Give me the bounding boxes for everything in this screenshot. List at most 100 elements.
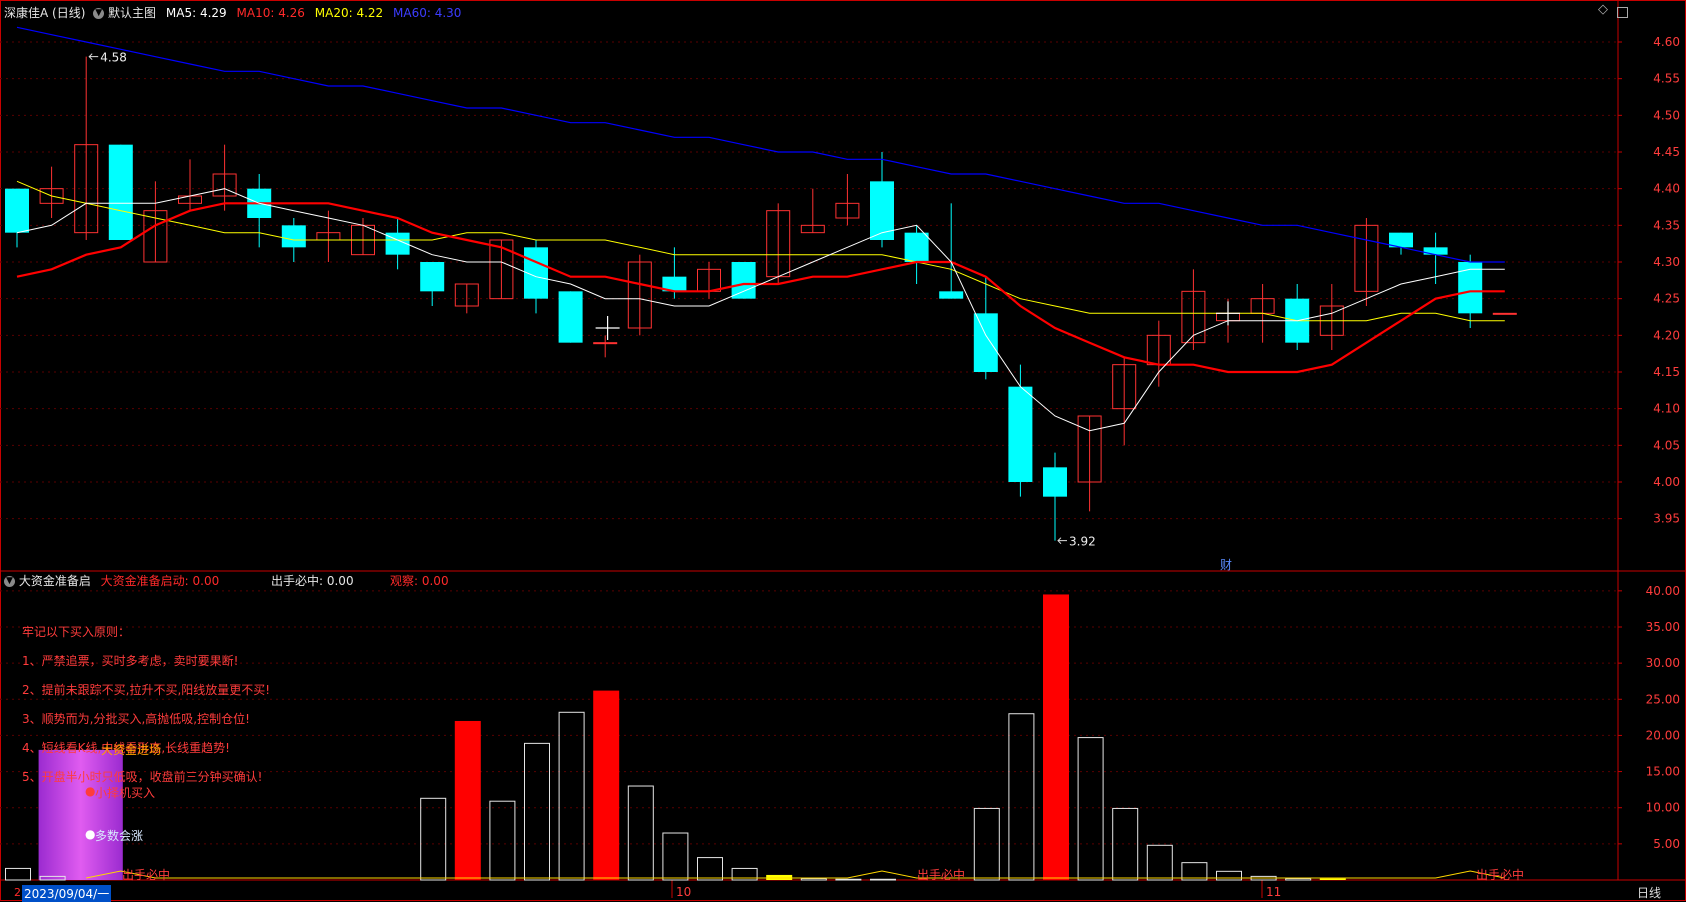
- volume-bar: [1216, 870, 1242, 881]
- volume-bar: [1008, 713, 1035, 881]
- candle-body-down: [420, 262, 445, 292]
- volume-bar: [1077, 737, 1104, 881]
- left-marker: 2: [14, 886, 21, 899]
- volume-bar: [1285, 878, 1312, 881]
- price-tick-label: 4.20: [1653, 328, 1680, 342]
- price-tick-label: 4.35: [1653, 218, 1680, 232]
- price-tick-label: 4.60: [1653, 35, 1680, 49]
- ma60-label: MA60:: [393, 6, 431, 20]
- volume-bar: [5, 867, 31, 881]
- volume-bar: [870, 878, 896, 881]
- candle-body-down: [904, 232, 929, 262]
- value-tick-label: 40.00: [1646, 584, 1680, 598]
- chevron-down-icon[interactable]: ▼: [93, 8, 105, 19]
- watch-label: 观察: 0.00: [390, 574, 449, 588]
- candle-body-down: [939, 291, 964, 299]
- volume-bar: [800, 878, 827, 881]
- template-name[interactable]: 默认主图: [108, 6, 156, 20]
- price-tick-label: 4.05: [1653, 438, 1680, 452]
- candle-body-down: [1043, 467, 1067, 497]
- volume-bar: [524, 742, 550, 881]
- period-label[interactable]: 日线: [1637, 884, 1661, 901]
- rule-5: 5、开盘半小时只低吸，收盘前三分钟买确认!: [22, 770, 263, 784]
- rule-2: 2、提前未跟踪不买,拉升不买,阳线放量更不买!: [22, 683, 271, 697]
- volume-bar: [489, 800, 516, 881]
- strike-label-3: 出手必中: [1476, 868, 1525, 882]
- ma60-line: [16, 26, 1505, 263]
- candle-body-down: [558, 291, 583, 343]
- rule-3: 3、顺势而为,分批买入,高抛低吸,控制仓位!: [22, 712, 250, 726]
- value-tick-label: 5.00: [1653, 837, 1680, 851]
- value-tick-label: 10.00: [1646, 801, 1680, 815]
- maximize-icon[interactable]: [1617, 7, 1628, 18]
- ma5-value: 4.29: [199, 6, 227, 20]
- price-tick-label: 4.15: [1653, 365, 1680, 379]
- ma20-label: MA20:: [314, 6, 353, 20]
- annotation-arrow: [88, 53, 99, 61]
- value-tick-label: 30.00: [1646, 656, 1680, 670]
- ma10-line: [16, 202, 1505, 374]
- ma20-value: 4.22: [356, 6, 384, 20]
- volume-bar: [1146, 844, 1173, 881]
- price-tick-label: 4.40: [1653, 182, 1680, 196]
- ma10-label: MA10:: [236, 6, 275, 20]
- crosshair-cursor: [595, 316, 620, 340]
- strike-line: [86, 870, 1505, 879]
- volume-bar: [627, 785, 654, 881]
- rise-label-dot: ●: [85, 827, 96, 841]
- value-tick-label: 25.00: [1646, 692, 1680, 706]
- candle-body-down: [108, 144, 133, 240]
- price-tick-label: 4.25: [1653, 292, 1680, 306]
- volume-bar: [1181, 862, 1208, 881]
- volume-bar: [662, 832, 689, 881]
- volume-bar: [835, 878, 862, 881]
- candle-body-up: [1492, 312, 1517, 315]
- strike-label-2: 出手必中: [917, 868, 966, 882]
- caibao-marker[interactable]: 财: [1220, 556, 1232, 573]
- rule-1: 1、严禁追票，买时多考虑，卖时要果断!: [22, 654, 239, 668]
- strike-label-1: 出手必中: [122, 868, 171, 882]
- crosshair-cursor: [1216, 301, 1240, 326]
- price-tick-label: 4.50: [1653, 108, 1680, 122]
- ma60-value: 4.30: [434, 6, 462, 20]
- chevron-down-icon[interactable]: ▼: [4, 576, 15, 587]
- candle-body-up: [593, 342, 618, 345]
- price-tick-label: 4.45: [1653, 145, 1680, 159]
- candle-body-down: [1008, 386, 1033, 482]
- price-tick-label: 4.00: [1653, 475, 1680, 489]
- start-label: 大资金准备启动: 0.00: [100, 574, 220, 588]
- buy-label-dot: ●: [85, 784, 96, 798]
- annotation-label: 4.58: [100, 51, 127, 65]
- value-tick-label: 35.00: [1646, 620, 1680, 634]
- candle-body-down: [973, 313, 998, 372]
- outer-frame: [0, 0, 1686, 901]
- volume-bar-yellow: [1319, 878, 1346, 880]
- main-chart-header: 深康佳A (日线) ▼ 默认主图 MA5: 4.29 MA10: 4.26 MA…: [4, 4, 461, 21]
- volume-bar-red: [593, 690, 620, 880]
- price-tick-label: 3.95: [1653, 512, 1680, 526]
- ma5-label: MA5:: [165, 6, 197, 20]
- annotation-arrow: [1057, 537, 1067, 545]
- indicator-name[interactable]: 大资金准备启: [19, 574, 91, 588]
- volume-bar-red: [454, 720, 481, 880]
- diamond-icon[interactable]: ◇: [1598, 2, 1608, 17]
- volume-bar-yellow: [766, 874, 793, 880]
- candle-body-down: [731, 262, 756, 299]
- stock-name[interactable]: 深康佳A (日线): [4, 6, 85, 20]
- funds-label: 大资金进场: [101, 743, 162, 757]
- month-tick-label: 11: [1266, 885, 1281, 899]
- rise-label: 多数会涨: [95, 829, 144, 843]
- indicator-header: ▼ 大资金准备启 大资金准备启动: 0.00: [4, 572, 219, 589]
- ma10-value: 4.26: [278, 6, 305, 20]
- price-tick-label: 4.55: [1653, 72, 1680, 86]
- volume-bar: [420, 797, 447, 881]
- annotation-label: 3.92: [1069, 535, 1096, 549]
- value-tick-label: 15.00: [1646, 765, 1680, 779]
- strike-label: 出手必中: 0.00: [271, 574, 354, 588]
- volume-bar: [558, 711, 585, 881]
- kline-chart[interactable]: 4.60 4.55 4.50 4.45 4.40 4.35 4.30 4.25 4.20 4.15…: [0, 0, 1686, 901]
- month-tick-label: 10: [676, 885, 691, 899]
- date-cursor-label: 2023/09/04/一: [22, 885, 112, 902]
- buy-label: 小择机买入: [95, 786, 156, 800]
- candle-body-down: [1423, 247, 1448, 255]
